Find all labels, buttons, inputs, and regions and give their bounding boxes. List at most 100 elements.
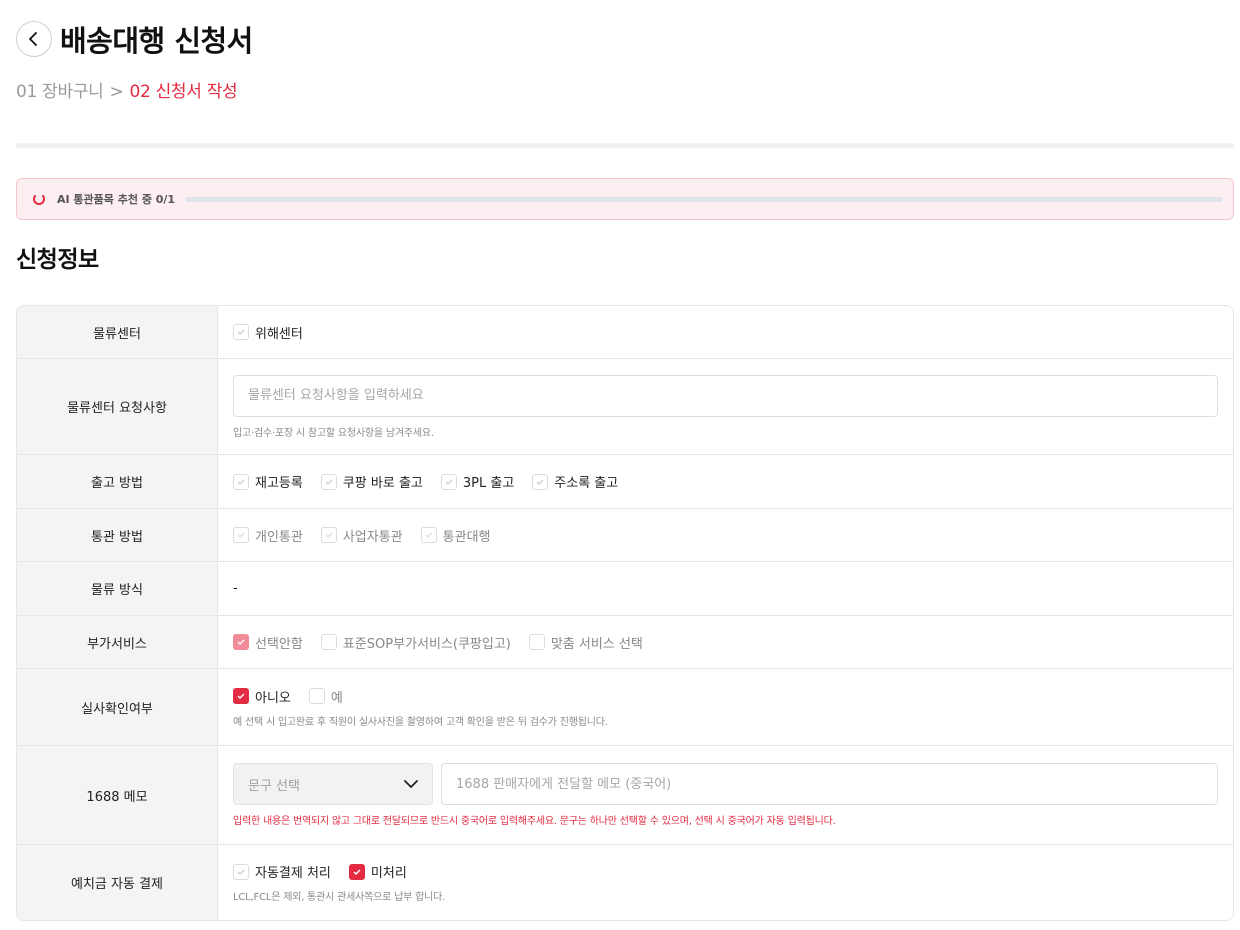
option-label: 통관대행 — [442, 529, 491, 545]
check-icon — [353, 869, 361, 875]
checkbox[interactable] — [320, 634, 337, 650]
shipping-option-address[interactable]: 주소록 출고 — [532, 472, 618, 491]
extra-option-none[interactable]: 선택안함 — [233, 633, 303, 652]
checkbox[interactable] — [233, 634, 249, 650]
row-customs-method: 통관 방법 개인통관 사업자통관 통관대행 — [17, 509, 1233, 562]
logistics-value: - — [233, 581, 238, 596]
checkbox[interactable] — [233, 473, 249, 490]
option-label: 아니오 — [255, 690, 291, 706]
option-label: 3PL 출고 — [462, 476, 515, 491]
checkbox[interactable] — [320, 527, 337, 543]
row-shipping-method: 출고 방법 재고등록 쿠팡 바로 출고 3PL 출고 주소록 출고 — [17, 455, 1233, 509]
check-icon — [325, 479, 333, 485]
customs-option-agency[interactable]: 통관대행 — [420, 526, 491, 545]
checkbox[interactable] — [233, 688, 249, 704]
checkbox[interactable] — [233, 527, 249, 543]
option-label: 주소록 출고 — [554, 476, 619, 491]
phrase-select-label: 문구 선택 — [248, 778, 300, 794]
check-icon — [237, 869, 245, 875]
row-logistics: 물류 방식 - — [17, 562, 1233, 616]
center-option-weihai[interactable]: 위해센터 — [233, 323, 303, 342]
row-label: 물류센터 — [17, 306, 218, 358]
page-title: 배송대행 신청서 — [60, 24, 253, 58]
option-label: 쿠팡 바로 출고 — [342, 476, 423, 491]
memo-1688-help: 입력한 내용은 번역되지 않고 그대로 전달되므로 반드시 중국어로 입력해주세… — [233, 816, 836, 827]
chevron-left-icon — [29, 32, 37, 46]
option-label: 예 — [330, 690, 343, 706]
chevron-down-icon — [404, 779, 418, 788]
customs-option-business[interactable]: 사업자통관 — [320, 526, 403, 545]
check-icon — [237, 532, 245, 538]
row-extra-service: 부가서비스 선택안함 표준SOP부가서비스(쿠팡입고) 맞춤 서비스 선택 — [17, 616, 1233, 669]
center-request-help: 입고·검수·포장 시 참고할 요청사항을 남겨주세요. — [233, 427, 434, 439]
checkbox[interactable] — [420, 527, 437, 543]
check-icon — [325, 532, 333, 538]
check-icon — [237, 639, 245, 645]
shipping-option-3pl[interactable]: 3PL 출고 — [440, 472, 515, 491]
option-label: 자동결제 처리 — [255, 866, 331, 881]
shipping-option-coupang[interactable]: 쿠팡 바로 출고 — [320, 472, 423, 491]
check-icon — [237, 693, 245, 699]
memo-1688-input[interactable] — [441, 763, 1218, 805]
checkbox[interactable] — [233, 324, 249, 340]
row-label: 예치금 자동 결제 — [17, 845, 218, 920]
breadcrumb-separator: > — [109, 82, 124, 102]
option-label: 선택안함 — [255, 636, 303, 652]
back-button[interactable] — [16, 21, 52, 57]
checkbox[interactable] — [532, 473, 549, 490]
row-photo-check: 실사확인여부 아니오 예 예 선택 시 입고완료 후 직원이 실사사진을 촬영하… — [17, 669, 1233, 746]
row-center-request: 물류센터 요청사항 입고·검수·포장 시 참고할 요청사항을 남겨주세요. — [17, 359, 1233, 455]
page-header: 배송대행 신청서 — [16, 18, 253, 60]
row-label: 실사확인여부 — [17, 669, 218, 745]
check-icon — [445, 479, 453, 485]
option-label: 미처리 — [370, 866, 407, 881]
row-1688-memo: 1688 메모 문구 선택 입력한 내용은 번역되지 않고 그대로 전달되므로 … — [17, 746, 1233, 845]
row-label: 1688 메모 — [17, 746, 218, 844]
phrase-select[interactable]: 문구 선택 — [233, 763, 433, 805]
customs-option-personal[interactable]: 개인통관 — [233, 526, 303, 545]
ai-progress-track — [185, 196, 1224, 202]
photo-check-help: 예 선택 시 입고완료 후 직원이 실사사진을 촬영하여 고객 확인을 받은 뒤… — [233, 716, 608, 728]
loading-spinner-icon — [33, 193, 45, 205]
checkbox[interactable] — [308, 688, 325, 704]
option-label: 개인통관 — [255, 529, 303, 545]
deposit-option-pending[interactable]: 미처리 — [348, 862, 407, 881]
check-icon — [536, 479, 544, 485]
row-label: 부가서비스 — [17, 616, 218, 668]
row-center: 물류센터 위해센터 — [17, 306, 1233, 359]
deposit-help: LCL,FCL은 제외, 통관시 관세사쪽으로 납부 합니다. — [233, 892, 446, 903]
breadcrumb: 01 장바구니 >02 신청서 작성 — [16, 77, 238, 102]
breadcrumb-step-cart[interactable]: 01 장바구니 — [16, 82, 104, 102]
row-label: 통관 방법 — [17, 509, 218, 561]
option-label: 표준SOP부가서비스(쿠팡입고) — [342, 636, 511, 652]
row-label: 물류센터 요청사항 — [17, 359, 218, 454]
shipping-option-stock[interactable]: 재고등록 — [233, 472, 303, 491]
ai-recommendation-bar: AI 통관품목 추천 중 0/1 — [16, 178, 1234, 220]
breadcrumb-step-form: 02 신청서 작성 — [129, 82, 238, 102]
checkbox[interactable] — [320, 473, 337, 490]
row-label: 출고 방법 — [17, 455, 218, 508]
row-deposit: 예치금 자동 결제 자동결제 처리 미처리 LCL,FCL은 제외, 통관시 관… — [17, 845, 1233, 920]
section-title: 신청정보 — [16, 247, 99, 273]
center-request-input[interactable] — [233, 374, 1218, 417]
option-label: 재고등록 — [255, 476, 303, 491]
checkbox[interactable] — [233, 863, 249, 880]
row-label: 물류 방식 — [17, 562, 218, 615]
ai-recommendation-label: AI 통관품목 추천 중 0/1 — [57, 193, 176, 206]
deposit-option-auto[interactable]: 자동결제 처리 — [233, 862, 331, 881]
extra-option-custom[interactable]: 맞춤 서비스 선택 — [528, 633, 643, 652]
photo-option-no[interactable]: 아니오 — [233, 687, 291, 706]
checkbox[interactable] — [528, 634, 545, 650]
check-icon — [237, 329, 245, 335]
header-divider — [16, 143, 1234, 148]
application-form: 물류센터 위해센터 물류센터 요청사항 입고·검수·포장 시 참고할 요청사항을… — [16, 305, 1234, 921]
checkbox[interactable] — [440, 473, 457, 490]
option-label: 맞춤 서비스 선택 — [550, 636, 643, 652]
check-icon — [237, 479, 245, 485]
check-icon — [425, 532, 433, 538]
checkbox[interactable] — [348, 863, 365, 880]
option-label: 위해센터 — [255, 326, 303, 342]
photo-option-yes[interactable]: 예 — [308, 687, 343, 706]
option-label: 사업자통관 — [342, 529, 403, 545]
extra-option-sop[interactable]: 표준SOP부가서비스(쿠팡입고) — [320, 633, 511, 652]
